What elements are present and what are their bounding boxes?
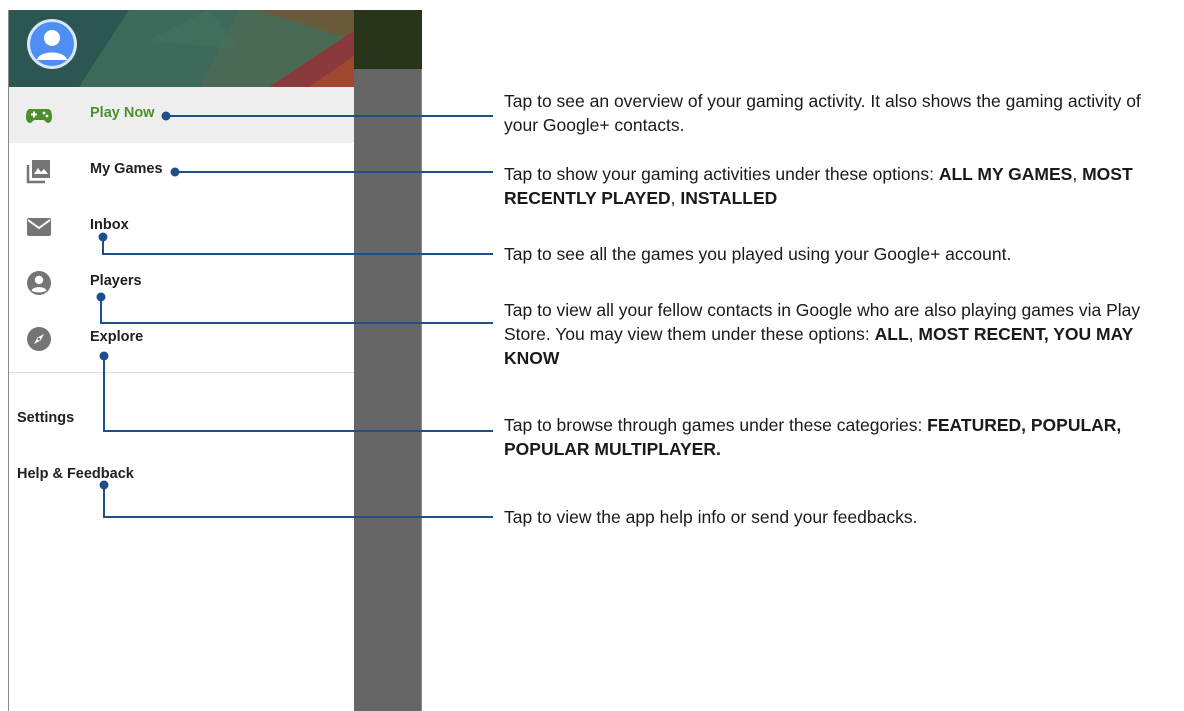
callout-help: Tap to view the app help info or send yo… [504,505,1164,529]
callout-text: INSTALLED [680,188,778,208]
gamepad-icon [25,101,53,129]
menu-item-label: Play Now [90,105,155,121]
callout-text: ALL [874,324,909,344]
person-icon [25,269,53,297]
menu-item-explore[interactable]: Explore [9,311,354,367]
callout-players: Tap to view all your fellow contacts in … [504,298,1164,370]
menu-item-my-games[interactable]: My Games [9,143,354,199]
callout-text: Tap to browse through games under these … [504,415,928,435]
callout-text: , [908,324,919,344]
callout-text: Tap to view the app help info or send yo… [504,507,918,527]
drawer-header [9,10,354,87]
callout-text: Tap to show your gaming activities under… [504,164,939,184]
menu-item-inbox[interactable]: Inbox [9,199,354,255]
menu-item-label: Settings [17,410,75,426]
menu-item-players[interactable]: Players [9,255,354,311]
app-bar [354,10,422,69]
game-library-icon [25,157,53,185]
callout-text: , [1072,164,1083,184]
menu-item-label: Help & Feedback [17,466,134,482]
callout-explore: Tap to browse through games under these … [504,413,1164,461]
callout-text: Tap to see an overview of your gaming ac… [504,91,1141,135]
content-scrim[interactable] [354,10,422,711]
compass-icon [25,325,53,353]
menu-item-label: Inbox [90,217,129,233]
callout-play-now: Tap to see an overview of your gaming ac… [504,89,1164,137]
menu-item-label: Explore [90,329,144,345]
menu-item-play-now[interactable]: Play Now [9,87,354,143]
callout-inbox: Tap to see all the games you played usin… [504,242,1164,266]
menu-item-help-feedback[interactable]: Help & Feedback [9,452,354,496]
menu-item-label: Players [90,273,142,289]
callout-text: , [670,188,681,208]
menu-item-settings[interactable]: Settings [9,396,354,440]
callout-my-games: Tap to show your gaming activities under… [504,162,1164,210]
mail-icon [25,213,53,241]
navigation-drawer: Play Now My Games Inbox Players Explore … [8,10,354,711]
divider [9,372,354,373]
callout-text: Tap to see all the games you played usin… [504,244,1012,264]
avatar[interactable] [27,19,77,69]
callout-text: ALL MY GAMES [938,164,1073,184]
menu-item-label: My Games [90,161,163,177]
